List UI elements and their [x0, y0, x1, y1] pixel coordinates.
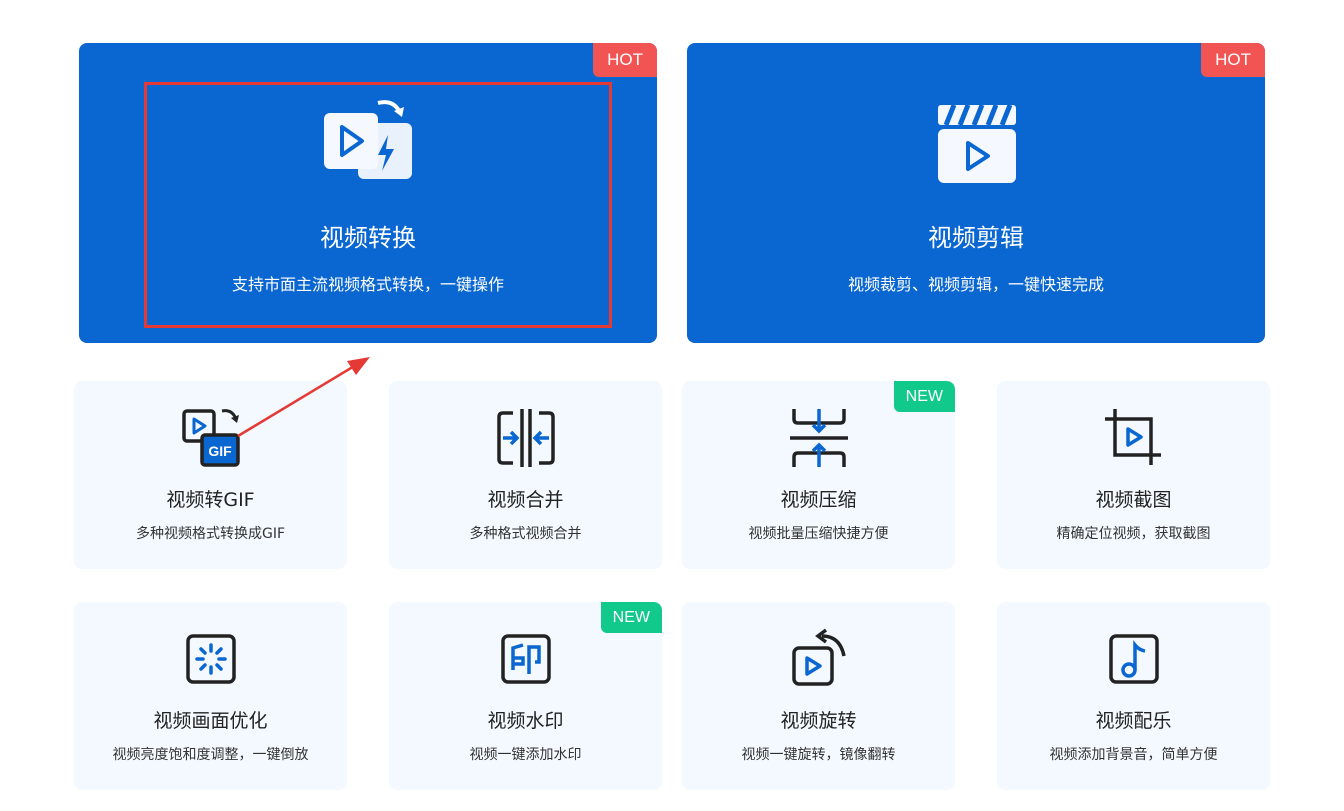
hot-badge: HOT	[593, 43, 657, 77]
tool-title: 视频合并	[487, 489, 564, 511]
tool-title: 视频转GIF	[166, 489, 255, 511]
video-to-gif-icon: GIF	[181, 409, 240, 467]
tool-desc: 精确定位视频，获取截图	[1056, 526, 1211, 542]
tool-card-video-music[interactable]: 视频配乐 视频添加背景音，简单方便	[997, 602, 1270, 790]
tool-title: 视频压缩	[780, 489, 857, 511]
tool-title: 视频配乐	[1095, 710, 1172, 732]
feature-card-video-edit[interactable]: HOT 视频剪辑 视频裁剪、视频剪辑，一键快速完成	[687, 43, 1265, 343]
watermark-icon	[500, 634, 551, 684]
crop-icon	[1104, 409, 1161, 465]
tool-desc: 多种格式视频合并	[469, 526, 582, 542]
tool-desc: 多种视频格式转换成GIF	[135, 526, 286, 542]
tool-card-video-rotate[interactable]: 视频旋转 视频一键旋转，镜像翻转	[682, 602, 955, 790]
tool-title: 视频水印	[487, 710, 564, 732]
tool-card-video-compress[interactable]: NEW 视频压缩 视频批量压缩快捷方便	[682, 381, 955, 569]
video-clapboard-icon	[938, 104, 1016, 183]
enhance-icon	[185, 634, 236, 684]
music-icon	[1108, 634, 1159, 684]
tool-card-video-watermark[interactable]: NEW 视频水印 视频一键添加水印	[389, 602, 662, 790]
tool-desc: 视频添加背景音，简单方便	[1049, 747, 1218, 763]
tool-title: 视频画面优化	[153, 710, 268, 732]
rotate-icon	[791, 628, 846, 686]
svg-text:GIF: GIF	[208, 443, 232, 459]
tool-desc: 视频亮度饱和度调整，一键倒放	[112, 747, 309, 763]
hot-badge: HOT	[1201, 43, 1265, 77]
tool-title: 视频旋转	[780, 710, 857, 732]
feature-title: 视频剪辑	[928, 224, 1024, 252]
feature-desc: 视频裁剪、视频剪辑，一键快速完成	[847, 275, 1104, 294]
compress-icon	[789, 409, 848, 467]
tool-card-video-merge[interactable]: 视频合并 多种格式视频合并	[389, 381, 662, 569]
tool-card-video-enhance[interactable]: 视频画面优化 视频亮度饱和度调整，一键倒放	[74, 602, 347, 790]
tool-desc: 视频一键旋转，镜像翻转	[741, 747, 896, 763]
tool-desc: 视频一键添加水印	[469, 747, 582, 763]
tool-card-video-screenshot[interactable]: 视频截图 精确定位视频，获取截图	[997, 381, 1270, 569]
tool-desc: 视频批量压缩快捷方便	[748, 526, 889, 542]
tool-title: 视频截图	[1095, 489, 1172, 511]
merge-icon	[496, 409, 555, 467]
tool-card-video-to-gif[interactable]: GIF 视频转GIF 多种视频格式转换成GIF	[74, 381, 347, 569]
annotation-highlight-box	[144, 82, 612, 328]
